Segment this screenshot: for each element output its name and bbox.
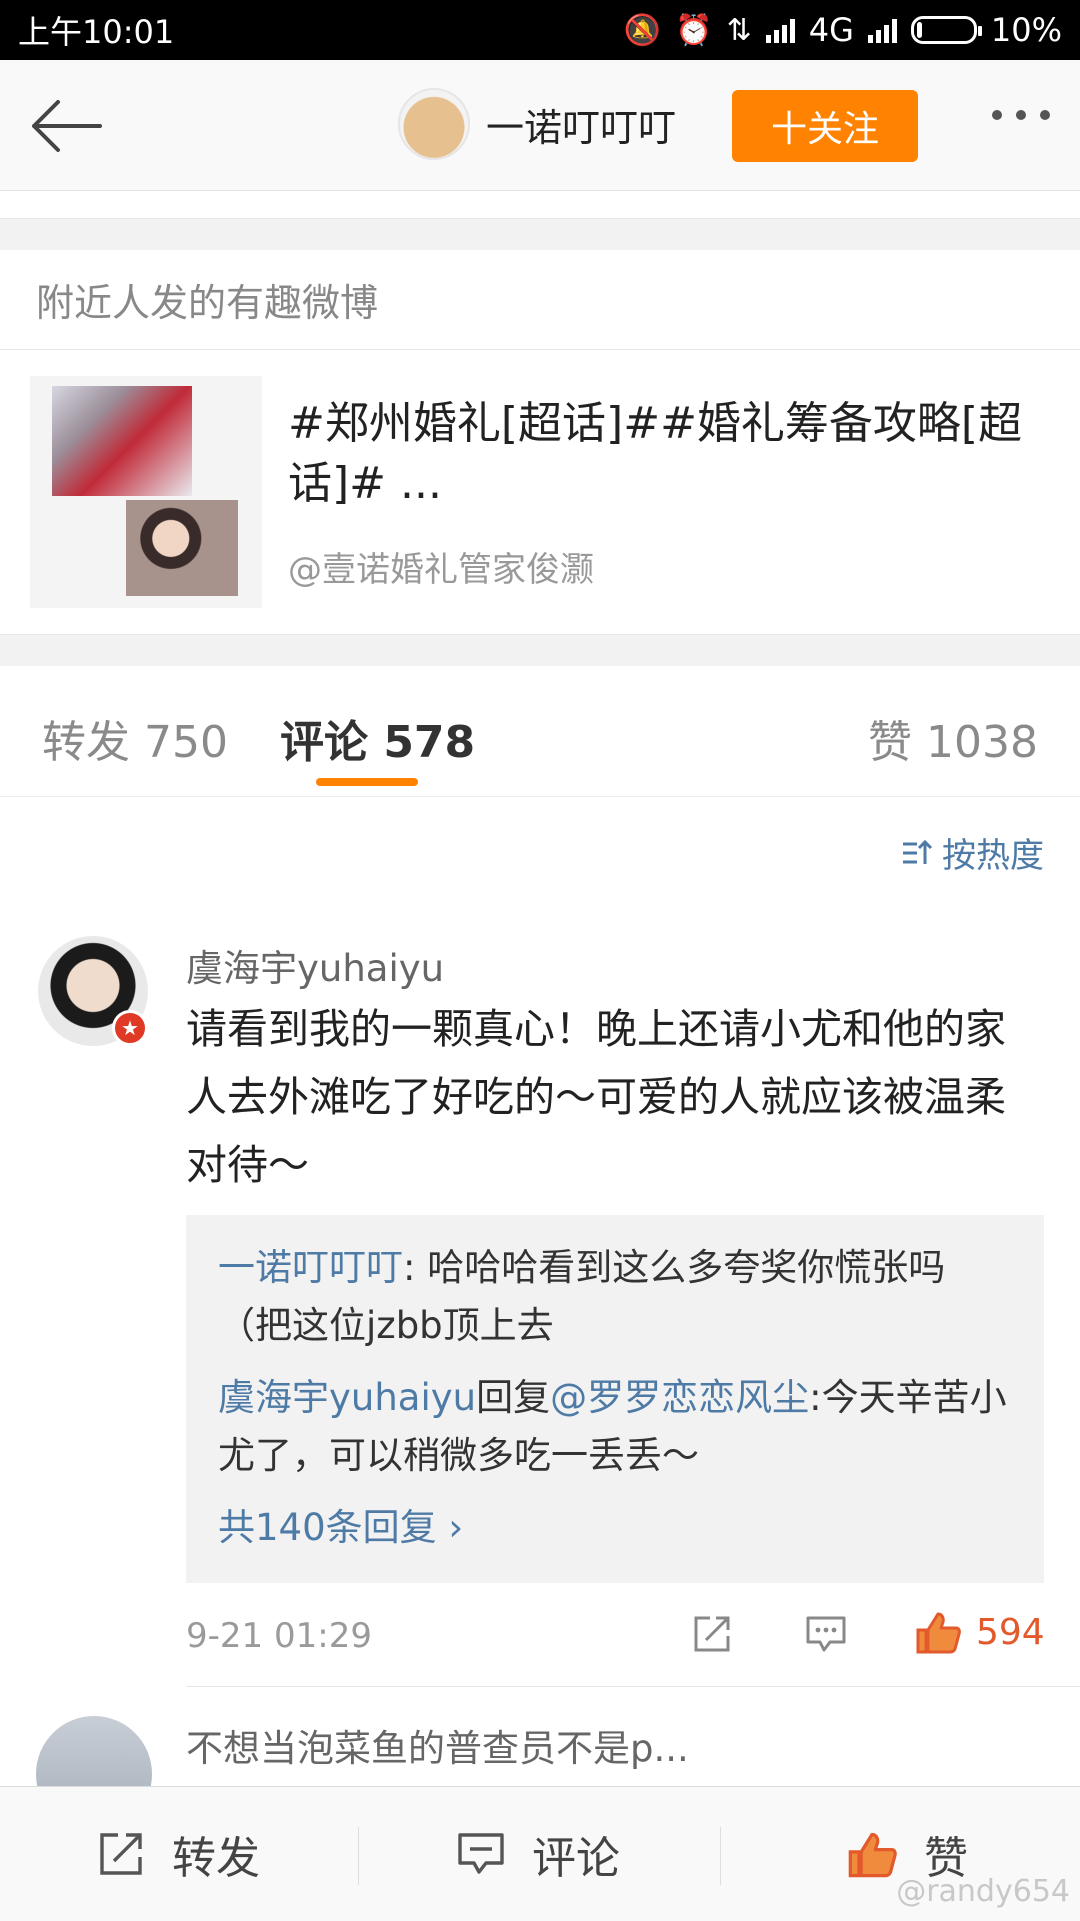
- nearby-card[interactable]: #郑州婚礼[超话]##婚礼筹备攻略[超话]# ... @壹诺婚礼管家俊灏: [0, 352, 1080, 634]
- data-transfer-icon: ⇅: [726, 12, 752, 48]
- status-icons: 🔕 ⏰ ⇅ 4G 10%: [624, 11, 1062, 49]
- reply-author[interactable]: 虞海宇yuhaiyu: [218, 1376, 476, 1419]
- like-count: 594: [976, 1611, 1045, 1653]
- reply-item: 一诺叮叮叮: 哈哈哈看到这么多夸奖你慌张吗（把这位jzbb顶上去: [218, 1239, 1012, 1355]
- tab-indicator: [316, 778, 418, 786]
- comment-time: 9-21 01:29: [186, 1616, 372, 1656]
- comment-button[interactable]: 评论: [456, 1787, 620, 1921]
- nav-user[interactable]: 一诺叮叮叮: [398, 88, 676, 160]
- reply-verb: 回复: [476, 1376, 551, 1419]
- repost-icon: [100, 1833, 142, 1875]
- nearby-header: 附近人发的有趣微博: [0, 250, 1080, 350]
- share-icon: [694, 1616, 730, 1652]
- sort-icon: [903, 839, 933, 864]
- sort-button[interactable]: 按热度: [900, 828, 1044, 877]
- thumbnail-photo: [52, 386, 192, 496]
- bar-separator: [358, 1827, 359, 1885]
- comment-icon: [806, 1616, 846, 1652]
- reply-box[interactable]: 一诺叮叮叮: 哈哈哈看到这么多夸奖你慌张吗（把这位jzbb顶上去 虞海宇yuha…: [186, 1215, 1044, 1583]
- thumbs-up-icon: [848, 1832, 897, 1878]
- status-bar: 上午10:01 🔕 ⏰ ⇅ 4G 10%: [0, 0, 1080, 60]
- watermark: @randy654: [896, 1874, 1070, 1909]
- back-button[interactable]: [28, 96, 104, 156]
- sort-label[interactable]: 按热度: [942, 828, 1044, 877]
- comment-icon: [458, 1833, 504, 1874]
- battery-percent: 10%: [990, 11, 1062, 49]
- chevron-right-icon: ›: [448, 1506, 464, 1549]
- bar-separator: [720, 1827, 721, 1885]
- status-time: 上午10:01: [18, 13, 175, 51]
- comment-label[interactable]: 评论: [532, 1822, 620, 1886]
- thumbs-up-icon: [916, 1612, 961, 1654]
- card-source: @壹诺婚礼管家俊灏: [288, 550, 594, 590]
- repost-label[interactable]: 转发: [172, 1822, 260, 1886]
- battery-icon: [910, 16, 982, 44]
- signal-icon: [765, 17, 795, 43]
- more-replies-link[interactable]: 共140条回复 ›: [218, 1499, 1012, 1557]
- alarm-icon: ⏰: [675, 12, 713, 48]
- reply-button[interactable]: [804, 1612, 848, 1656]
- tab-repost[interactable]: 转发 750: [42, 706, 228, 770]
- back-arrow-icon: [32, 100, 102, 152]
- comment-text: 请看到我的一颗真心！晚上还请小尤和他的家人去外滩吃了好吃的～可爱的人就应该被温柔…: [186, 1005, 1006, 1189]
- commenter-name[interactable]: 不想当泡菜鱼的普查员不是p...: [186, 1718, 689, 1772]
- share-button[interactable]: [690, 1612, 734, 1656]
- card-thumbnail[interactable]: [30, 376, 262, 608]
- reply-sep: :: [809, 1376, 822, 1419]
- network-type: 4G: [808, 11, 854, 49]
- card-title[interactable]: #郑州婚礼[超话]##婚礼筹备攻略[超话]# ...: [288, 394, 1048, 514]
- mute-bell-icon: 🔕: [623, 12, 662, 48]
- tab-comment[interactable]: 评论 578: [280, 706, 475, 770]
- more-replies-label[interactable]: 共140条回复: [218, 1506, 437, 1549]
- reply-sep: :: [403, 1246, 428, 1289]
- comment-divider: [186, 1686, 1080, 1687]
- signal-icon-2: [867, 17, 897, 43]
- avatar[interactable]: [398, 88, 470, 160]
- commenter-name[interactable]: 虞海宇yuhaiyu: [186, 938, 444, 992]
- reply-item: 虞海宇yuhaiyu回复@罗罗恋恋风尘:今天辛苦小尤了，可以稍微多吃一丢丢～: [218, 1369, 1012, 1485]
- verified-badge-icon: ★: [112, 1010, 148, 1046]
- thumbnail-photo: [126, 500, 238, 596]
- section-divider: [0, 634, 1080, 667]
- more-icon[interactable]: [992, 110, 1050, 120]
- reply-mention[interactable]: @罗罗恋恋风尘: [550, 1376, 809, 1419]
- repost-button[interactable]: 转发: [96, 1787, 260, 1921]
- section-divider: [0, 218, 1080, 251]
- follow-button[interactable]: 十关注: [732, 90, 918, 162]
- nav-username[interactable]: 一诺叮叮叮: [486, 97, 676, 152]
- tab-like[interactable]: 赞 1038: [868, 706, 1038, 770]
- nav-bar: 一诺叮叮叮 十关注: [0, 60, 1080, 191]
- like-button[interactable]: 594: [914, 1608, 1045, 1656]
- tab-bar: 转发 750 评论 578 赞 1038: [0, 666, 1080, 797]
- reply-author[interactable]: 一诺叮叮叮: [218, 1246, 403, 1289]
